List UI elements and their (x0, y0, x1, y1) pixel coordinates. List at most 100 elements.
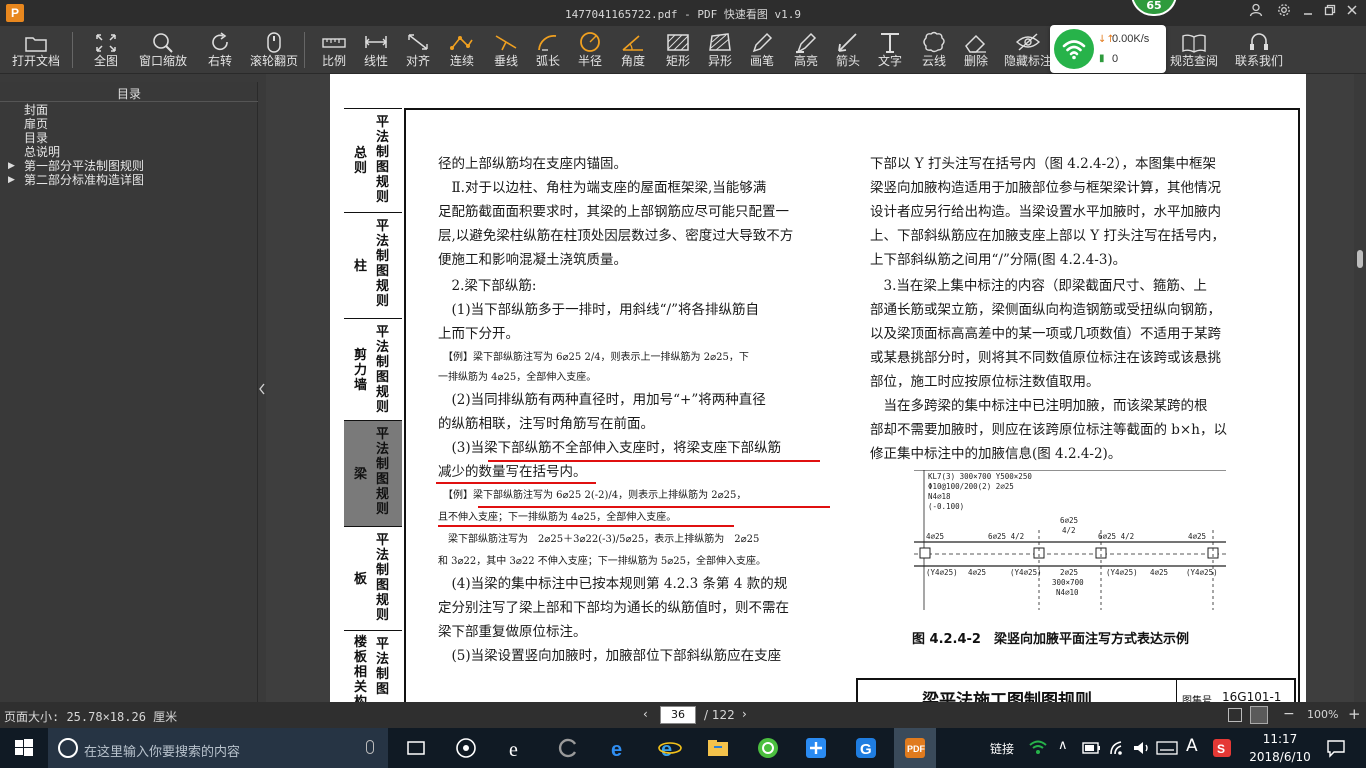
zoom-out-icon[interactable]: − (1283, 706, 1295, 722)
annotation-underline-1[interactable] (488, 460, 820, 462)
internet-explorer-icon[interactable]: e (658, 736, 682, 761)
contact-icon (1245, 30, 1273, 54)
edge-browser-icon[interactable]: e (608, 736, 632, 761)
toolbar-button-perpendicular[interactable]: 垂线 (486, 30, 526, 72)
toc-item[interactable]: 总说明 (24, 145, 60, 159)
restore-button[interactable] (1320, 3, 1340, 23)
toolbar-button-fit-page[interactable]: 全图 (82, 30, 130, 72)
title-block-code: 16G101-1 (1222, 690, 1282, 702)
toolbar-button-hide[interactable]: 隐藏标注 (1000, 30, 1056, 72)
toolbar-button-text[interactable]: 文字 (870, 30, 910, 72)
windows-start-icon[interactable] (12, 736, 36, 760)
angle-icon (619, 30, 647, 54)
toolbar-button-continuous[interactable]: 连续 (442, 30, 482, 72)
wifi-tray-icon[interactable] (1028, 737, 1052, 761)
file-explorer-icon[interactable] (706, 736, 730, 760)
chapter-tab: 梁平法制图规则 (344, 420, 402, 526)
input-method-icon[interactable]: A (1186, 736, 1198, 756)
toolbar-button-arrow[interactable]: 箭头 (828, 30, 868, 72)
toolbar-button-polygon[interactable]: 异形 (700, 30, 740, 72)
figure-label: 6⌀25 4/2 (1098, 532, 1135, 541)
scrollbar-thumb[interactable] (1357, 250, 1363, 268)
annotation-underline-3[interactable] (478, 506, 830, 508)
close-button[interactable] (1342, 3, 1362, 23)
toolbar-button-rotate[interactable]: 右转 (196, 30, 244, 72)
toc-item[interactable]: 目录 (24, 131, 48, 145)
browser-360-icon[interactable] (756, 736, 780, 760)
zoom-in-icon[interactable]: + (1348, 705, 1361, 723)
clock-date[interactable]: 2018/6/10 (1244, 750, 1316, 764)
toolbar-button-pen[interactable]: 画笔 (742, 30, 782, 72)
toolbar-button-angle[interactable]: 角度 (612, 30, 654, 72)
toolbar-button-arc-length[interactable]: 弧长 (528, 30, 568, 72)
chapter-tab-section: 平法制图规则 (376, 115, 390, 205)
toc-item[interactable]: 扉页 (24, 117, 48, 131)
toc-item[interactable]: 第一部分平法制图规则 (24, 159, 144, 173)
toolbar-button-rectangle[interactable]: 矩形 (658, 30, 698, 72)
toc-item[interactable]: 封面 (24, 103, 48, 117)
volume-tray-icon[interactable] (1132, 738, 1156, 762)
page-number-input[interactable]: 36 (660, 706, 696, 724)
toolbar-button-align[interactable]: 对齐 (398, 30, 438, 72)
toc-item[interactable]: 第二部分标准构造详图 (24, 173, 144, 187)
sogou-ime-icon[interactable]: S (1212, 738, 1236, 762)
taskbar-search-placeholder[interactable]: 在这里输入你要搜索的内容 (84, 741, 240, 760)
network-tray-icon[interactable] (1108, 738, 1132, 762)
svg-text:G: G (860, 741, 872, 758)
windows-taskbar: 在这里输入你要搜索的内容 e e e G PDF 链接 ∧ A S 11:17 … (0, 728, 1366, 768)
sogou-icon[interactable]: G (854, 736, 878, 760)
battery-tray-icon[interactable] (1082, 740, 1106, 764)
clock-time[interactable]: 11:17 (1250, 732, 1310, 746)
show-hidden-icons-icon[interactable]: ∧ (1058, 738, 1068, 753)
minimize-button[interactable] (1298, 3, 1318, 23)
toolbar-button-radius[interactable]: 半径 (570, 30, 610, 72)
toolbar-button-zoom[interactable]: 窗口缩放 (134, 30, 192, 72)
highlight-icon (792, 30, 820, 54)
toolbar-button-folder[interactable]: 打开文档 (2, 30, 70, 72)
title-block-divider (1176, 680, 1177, 702)
user-icon[interactable] (1246, 3, 1266, 23)
settings-icon[interactable] (1274, 3, 1294, 23)
figure-label: 4⌀25 (1188, 532, 1207, 541)
status-bar: 页面大小: 25.78×18.26 厘米 ‹ 36 / 122 › − 100%… (0, 702, 1366, 728)
ie-browser-icon[interactable]: e (506, 736, 530, 761)
chapter-tab-section: 平法制图规则 (376, 219, 390, 309)
notification-center-icon[interactable] (1326, 738, 1350, 762)
expand-arrow-icon[interactable]: ▶ (8, 159, 15, 173)
network-monitor-popup[interactable]: ↓↑ 0.00K/s ▮ 0 (1050, 25, 1166, 73)
toolbar-button-linear[interactable]: 线性 (356, 30, 396, 72)
title-bar: P 1477041165722.pdf - PDF 快速看图 v1.9 65 (0, 0, 1366, 26)
next-page-icon[interactable]: › (742, 707, 747, 721)
annotation-underline-2[interactable] (436, 482, 596, 484)
toolbar-button-eraser[interactable]: 删除 (956, 30, 996, 72)
toolbar-button-cloud[interactable]: 云线 (914, 30, 954, 72)
single-page-view-icon[interactable] (1250, 706, 1268, 724)
toolbar-button-scale[interactable]: 比例 (314, 30, 354, 72)
vertical-scrollbar[interactable] (1354, 74, 1366, 702)
prev-page-icon[interactable]: ‹ (643, 707, 648, 721)
figure-label: 4⌀25 (926, 532, 945, 541)
toolbar-button-book[interactable]: 规范查阅 (1164, 30, 1224, 72)
toolbar-button-mouse[interactable]: 滚轮翻页 (244, 30, 304, 72)
cortana-icon (58, 738, 78, 758)
tray-link-label[interactable]: 链接 (990, 740, 1014, 757)
expand-arrow-icon[interactable]: ▶ (8, 173, 15, 187)
document-viewer[interactable]: 总则 平法制图规则柱平法制图规则 剪力墙 平法制图规则梁平法制图规则板平法制图规则 楼板… (266, 74, 1354, 702)
pdf-viewer-taskbar-icon[interactable]: PDF (903, 736, 927, 760)
collapse-sidebar-icon[interactable] (258, 382, 266, 396)
microphone-icon[interactable] (366, 740, 374, 754)
task-view-icon[interactable] (404, 736, 428, 760)
two-page-view-icon[interactable] (1228, 708, 1242, 722)
rotate-icon (206, 30, 234, 54)
keyboard-tray-icon[interactable] (1156, 740, 1180, 764)
swirl-app-icon[interactable] (556, 736, 580, 760)
annotation-underline-4[interactable] (438, 525, 734, 527)
zoom-level[interactable]: 100% (1307, 708, 1338, 721)
toolbar-button-highlight[interactable]: 高亮 (786, 30, 826, 72)
app-plus-icon[interactable] (804, 736, 828, 760)
body-text-line: 部却不需要加腋时，则应在该跨原位标注等截面的 b×h，以 (870, 422, 1227, 438)
app-pinwheel-icon[interactable] (454, 736, 478, 760)
body-text-line: 便施工和影响混凝土浇筑质量。 (438, 252, 627, 268)
toolbar-button-contact[interactable]: 联系我们 (1224, 30, 1294, 72)
body-text-line: 上、下部斜纵筋应在加腋支座上部以 Y 打头注写在括号内， (870, 228, 1225, 244)
